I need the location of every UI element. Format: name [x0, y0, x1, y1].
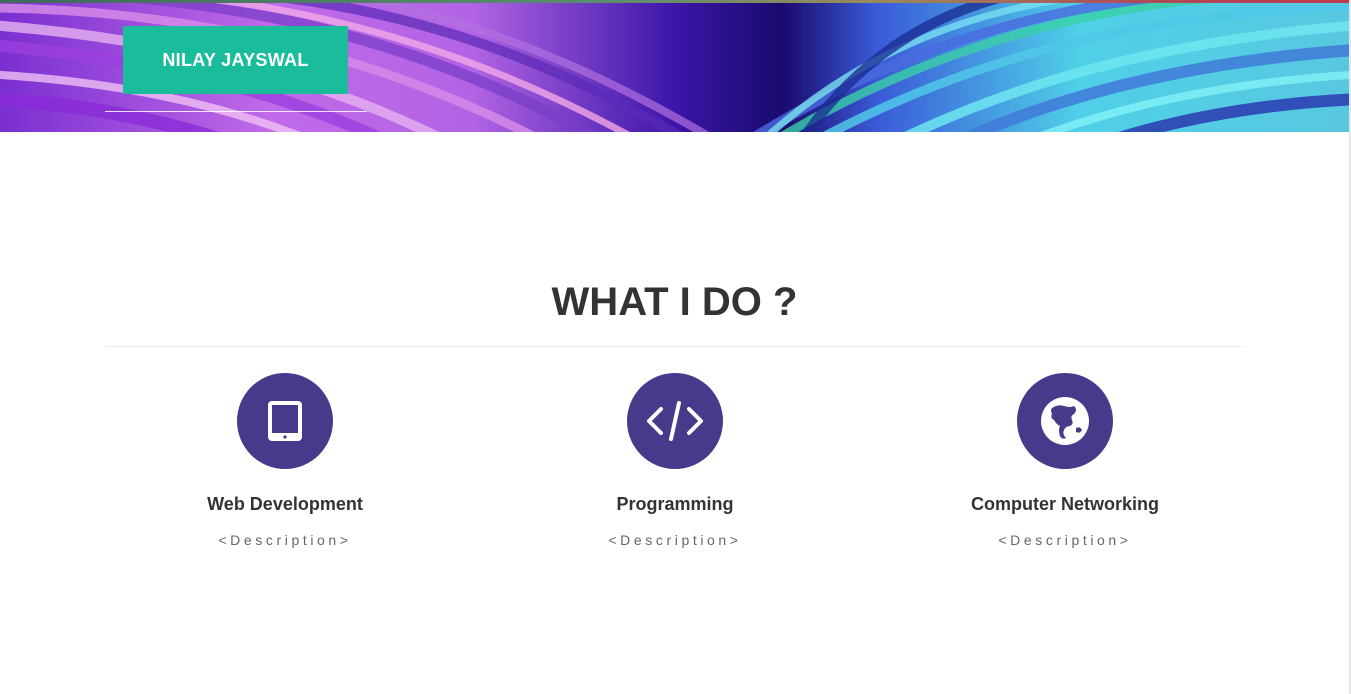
hero-underline — [105, 111, 367, 112]
service-title: Computer Networking — [970, 494, 1159, 514]
service-computer-networking: Computer Networking <Description> — [875, 373, 1255, 549]
section-title: WHAT I DO ? — [551, 280, 798, 324]
globe-icon — [1041, 397, 1089, 445]
service-title: Programming — [616, 494, 734, 514]
service-icon-circle — [237, 373, 333, 469]
service-title: Web Development — [207, 494, 363, 514]
service-description: <Description> — [998, 532, 1132, 548]
service-icon-circle — [627, 373, 723, 469]
tablet-icon — [268, 401, 302, 441]
service-programming: Programming <Description> — [485, 373, 865, 549]
code-icon — [647, 401, 703, 441]
section-divider — [105, 346, 1245, 347]
brand-name-button[interactable]: NILAY JAYSWAL — [123, 26, 348, 94]
service-web-development: Web Development <Description> — [95, 373, 475, 549]
page: NILAY JAYSWAL WHAT I DO ? Web Developmen… — [0, 0, 1351, 694]
service-description: <Description> — [608, 532, 742, 548]
service-description: <Description> — [218, 532, 352, 548]
hero-banner: NILAY JAYSWAL — [0, 3, 1349, 132]
service-icon-circle — [1017, 373, 1113, 469]
